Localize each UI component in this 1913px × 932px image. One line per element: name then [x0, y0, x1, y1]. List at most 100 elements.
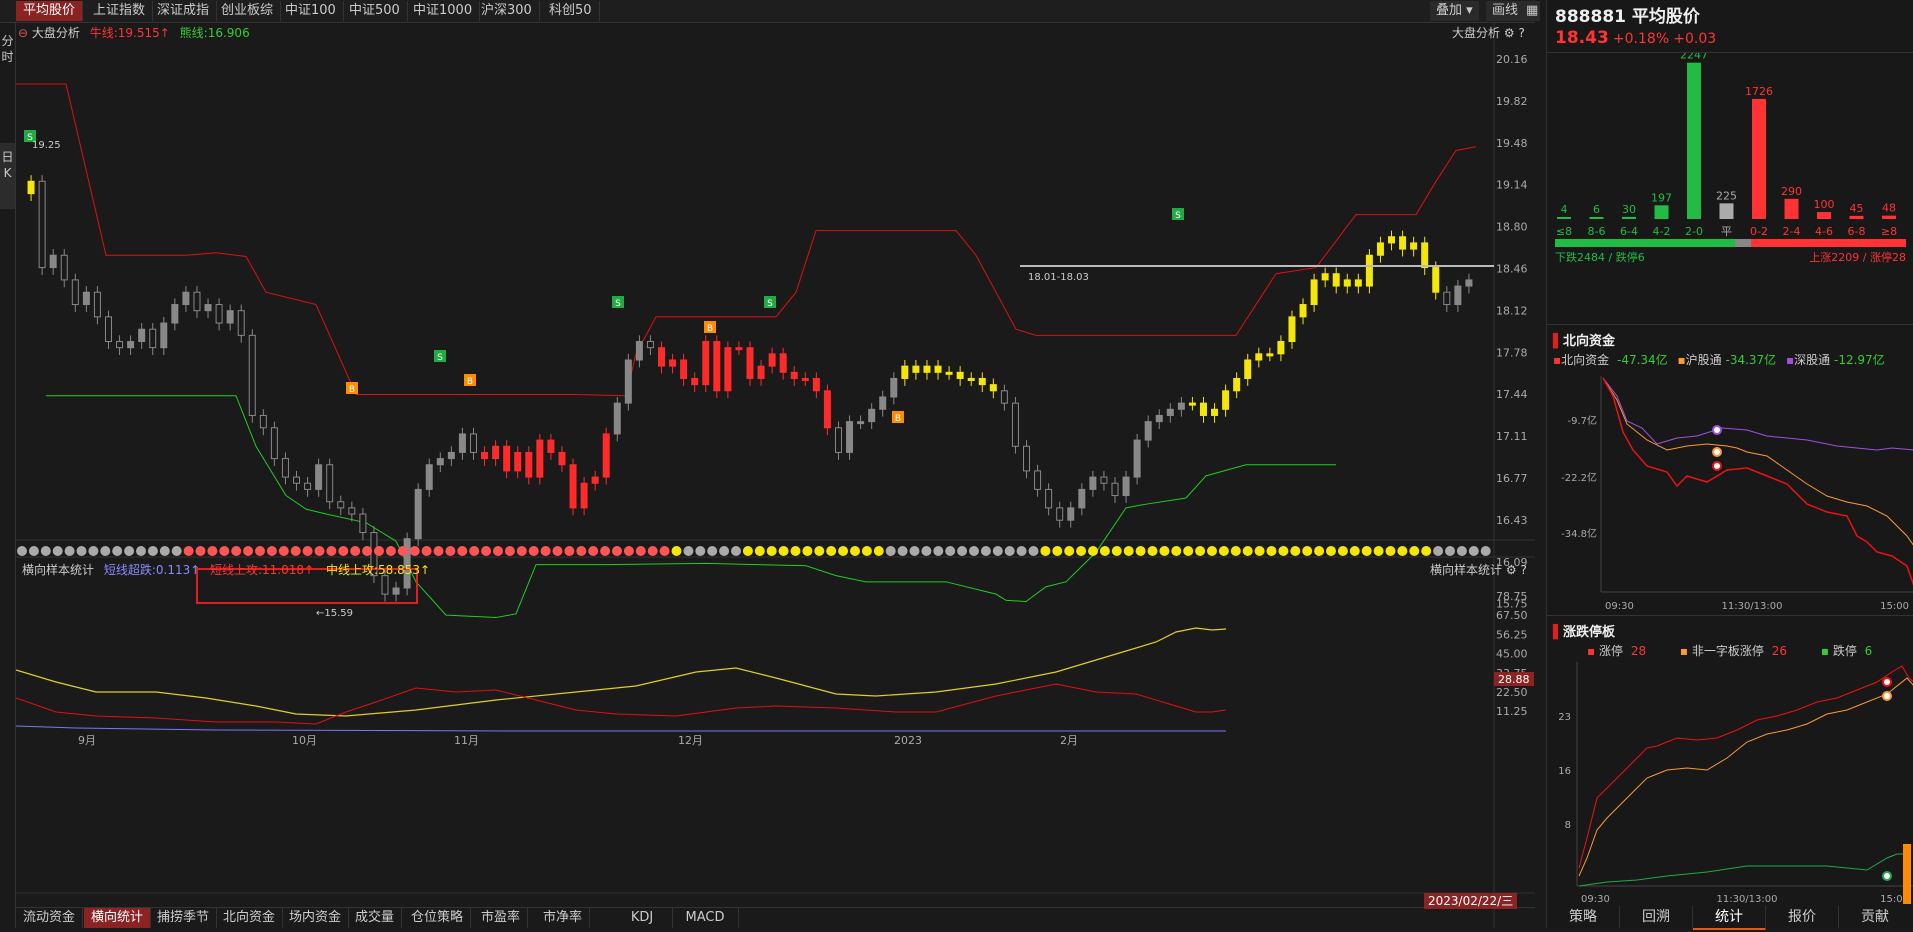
status-dot: [1480, 546, 1491, 556]
status-dot: [635, 546, 646, 556]
candle-body: [846, 421, 854, 453]
status-dot: [861, 546, 872, 556]
status-dot: [147, 546, 158, 556]
panel-tab-contrib[interactable]: 贡献: [1839, 906, 1911, 928]
north-y-tick: -9.7亿: [1567, 414, 1597, 427]
btab-position-strategy[interactable]: 仓位策略: [404, 908, 472, 928]
layout-icon[interactable]: ▦: [1524, 1, 1541, 21]
panel-tab-quote[interactable]: 报价: [1766, 906, 1839, 928]
north-marker: [1712, 461, 1722, 471]
super-drop-line: [15, 725, 1226, 732]
status-dot: [945, 546, 956, 556]
distribution-bin-label: 0-2: [1750, 225, 1768, 238]
btab-fishing-season[interactable]: 捕捞季节: [150, 908, 218, 928]
side-tab-daily[interactable]: 日K: [0, 143, 15, 209]
tab-csi1000[interactable]: 中证1000: [406, 1, 481, 21]
status-dot: [433, 546, 444, 556]
side-tab-intraday[interactable]: 分时: [0, 33, 15, 65]
candle-body: [1332, 273, 1340, 287]
mid-up-arrow-icon: ↑: [419, 563, 431, 577]
candle-body: [680, 359, 688, 379]
status-dot: [826, 546, 837, 556]
x-axis-label: 10月: [292, 734, 317, 747]
tab-sz-index[interactable]: 深证成指: [150, 1, 218, 21]
tab-hs300[interactable]: 沪深300: [474, 1, 540, 21]
candle-body: [757, 365, 765, 379]
north-sh-label: 沪股通: [1685, 353, 1722, 367]
btab-pe[interactable]: 市盈率: [474, 908, 529, 928]
up-ratio-bar: [1751, 239, 1906, 247]
kline-chart-area[interactable]: 20.16 19.82 19.48 19.14 18.80 18.46 18.12 17.78…: [15, 22, 1535, 928]
btab-kdj[interactable]: KDJ: [612, 908, 673, 928]
overlay-button[interactable]: 叠加 ▾: [1430, 1, 1479, 21]
sub-tick-label: 56.25: [1496, 628, 1528, 641]
draw-line-button[interactable]: 画线: [1486, 1, 1525, 21]
sub-tick-label: 11.25: [1496, 705, 1528, 718]
btab-macd[interactable]: MACD: [672, 908, 739, 928]
candle-body: [978, 377, 986, 386]
price-tick-label: 17.78: [1496, 346, 1528, 359]
sub-indicator-name[interactable]: 横向样本统计: [22, 563, 94, 577]
candle-body: [1144, 421, 1152, 441]
panel-tab-strategy[interactable]: 策略: [1547, 906, 1620, 928]
status-dot: [159, 546, 170, 556]
tab-sh-index[interactable]: 上证指数: [86, 1, 154, 21]
tab-csi100[interactable]: 中证100: [278, 1, 344, 21]
btab-volume[interactable]: 成交量: [348, 908, 403, 928]
indicator-name[interactable]: 大盘分析: [32, 26, 80, 40]
status-dot: [671, 546, 682, 556]
btab-horizontal-stats[interactable]: 横向统计: [84, 908, 152, 928]
panel-tab-backtrack[interactable]: 回溯: [1620, 906, 1693, 928]
status-dot: [290, 546, 301, 556]
btab-pb[interactable]: 市净率: [536, 908, 591, 928]
status-dot: [302, 546, 313, 556]
candle-body: [38, 180, 46, 269]
sell-signal-label: S: [615, 299, 621, 309]
tab-star50[interactable]: 科创50: [542, 1, 600, 21]
north-marker: [1712, 425, 1722, 435]
panel-divider: [1547, 615, 1913, 616]
limit-nonone-line: [1578, 677, 1913, 877]
status-dot: [588, 546, 599, 556]
status-dot: [1266, 546, 1277, 556]
buy-signal-label: B: [707, 324, 713, 334]
candle-body: [580, 482, 588, 509]
status-dot: [1314, 546, 1325, 556]
help-icon[interactable]: ?: [1518, 26, 1524, 40]
panel-tab-stats[interactable]: 统计: [1693, 906, 1766, 930]
candle-body: [1432, 267, 1440, 293]
north-total-value: -47.34亿: [1616, 353, 1668, 367]
sell-signal-label: S: [1175, 211, 1181, 221]
collapse-icon[interactable]: ⊖: [18, 26, 28, 40]
tab-average-price[interactable]: 平均股价: [16, 1, 84, 21]
kline-svg[interactable]: 20.16 19.82 19.48 19.14 18.80 18.46 18.12 17.78…: [15, 22, 1535, 928]
status-dot: [266, 546, 277, 556]
status-dot: [314, 546, 325, 556]
price-tick-label: 17.44: [1496, 388, 1528, 401]
btab-north-funds[interactable]: 北向资金: [216, 908, 284, 928]
tab-csi500[interactable]: 中证500: [342, 1, 408, 21]
tab-gem[interactable]: 创业板综: [214, 1, 282, 21]
distribution-count: 2247: [1680, 53, 1708, 62]
candle-body: [82, 291, 90, 306]
right-info-panel: 888881 平均股价 18.43 +0.18% +0.03 4 ≤8 6 8-6 30…: [1546, 0, 1913, 930]
distribution-count: 290: [1781, 185, 1802, 198]
gear-icon[interactable]: ⚙: [1506, 563, 1517, 577]
status-dot: [909, 546, 920, 556]
candle-body: [1410, 242, 1418, 250]
status-dot: [552, 546, 563, 556]
price-tick-label: 18.80: [1496, 221, 1528, 234]
candle-body: [779, 353, 787, 373]
limit-section-title: ▌涨跌停板: [1553, 625, 1616, 640]
candle-body: [945, 371, 953, 375]
bull-line-value: 牛线:19.515: [89, 26, 160, 40]
limit-y-tick: 16: [1558, 766, 1571, 777]
high-price-label: 19.25: [32, 140, 61, 151]
candle-body: [127, 341, 135, 349]
side-tab-daily-l2: K: [3, 166, 12, 180]
candle-body: [602, 433, 610, 478]
btab-floor-funds[interactable]: 场内资金: [282, 908, 350, 928]
help-icon[interactable]: ?: [1520, 563, 1526, 577]
gear-icon[interactable]: ⚙: [1504, 26, 1515, 40]
btab-liquid-funds[interactable]: 流动资金: [16, 908, 84, 928]
